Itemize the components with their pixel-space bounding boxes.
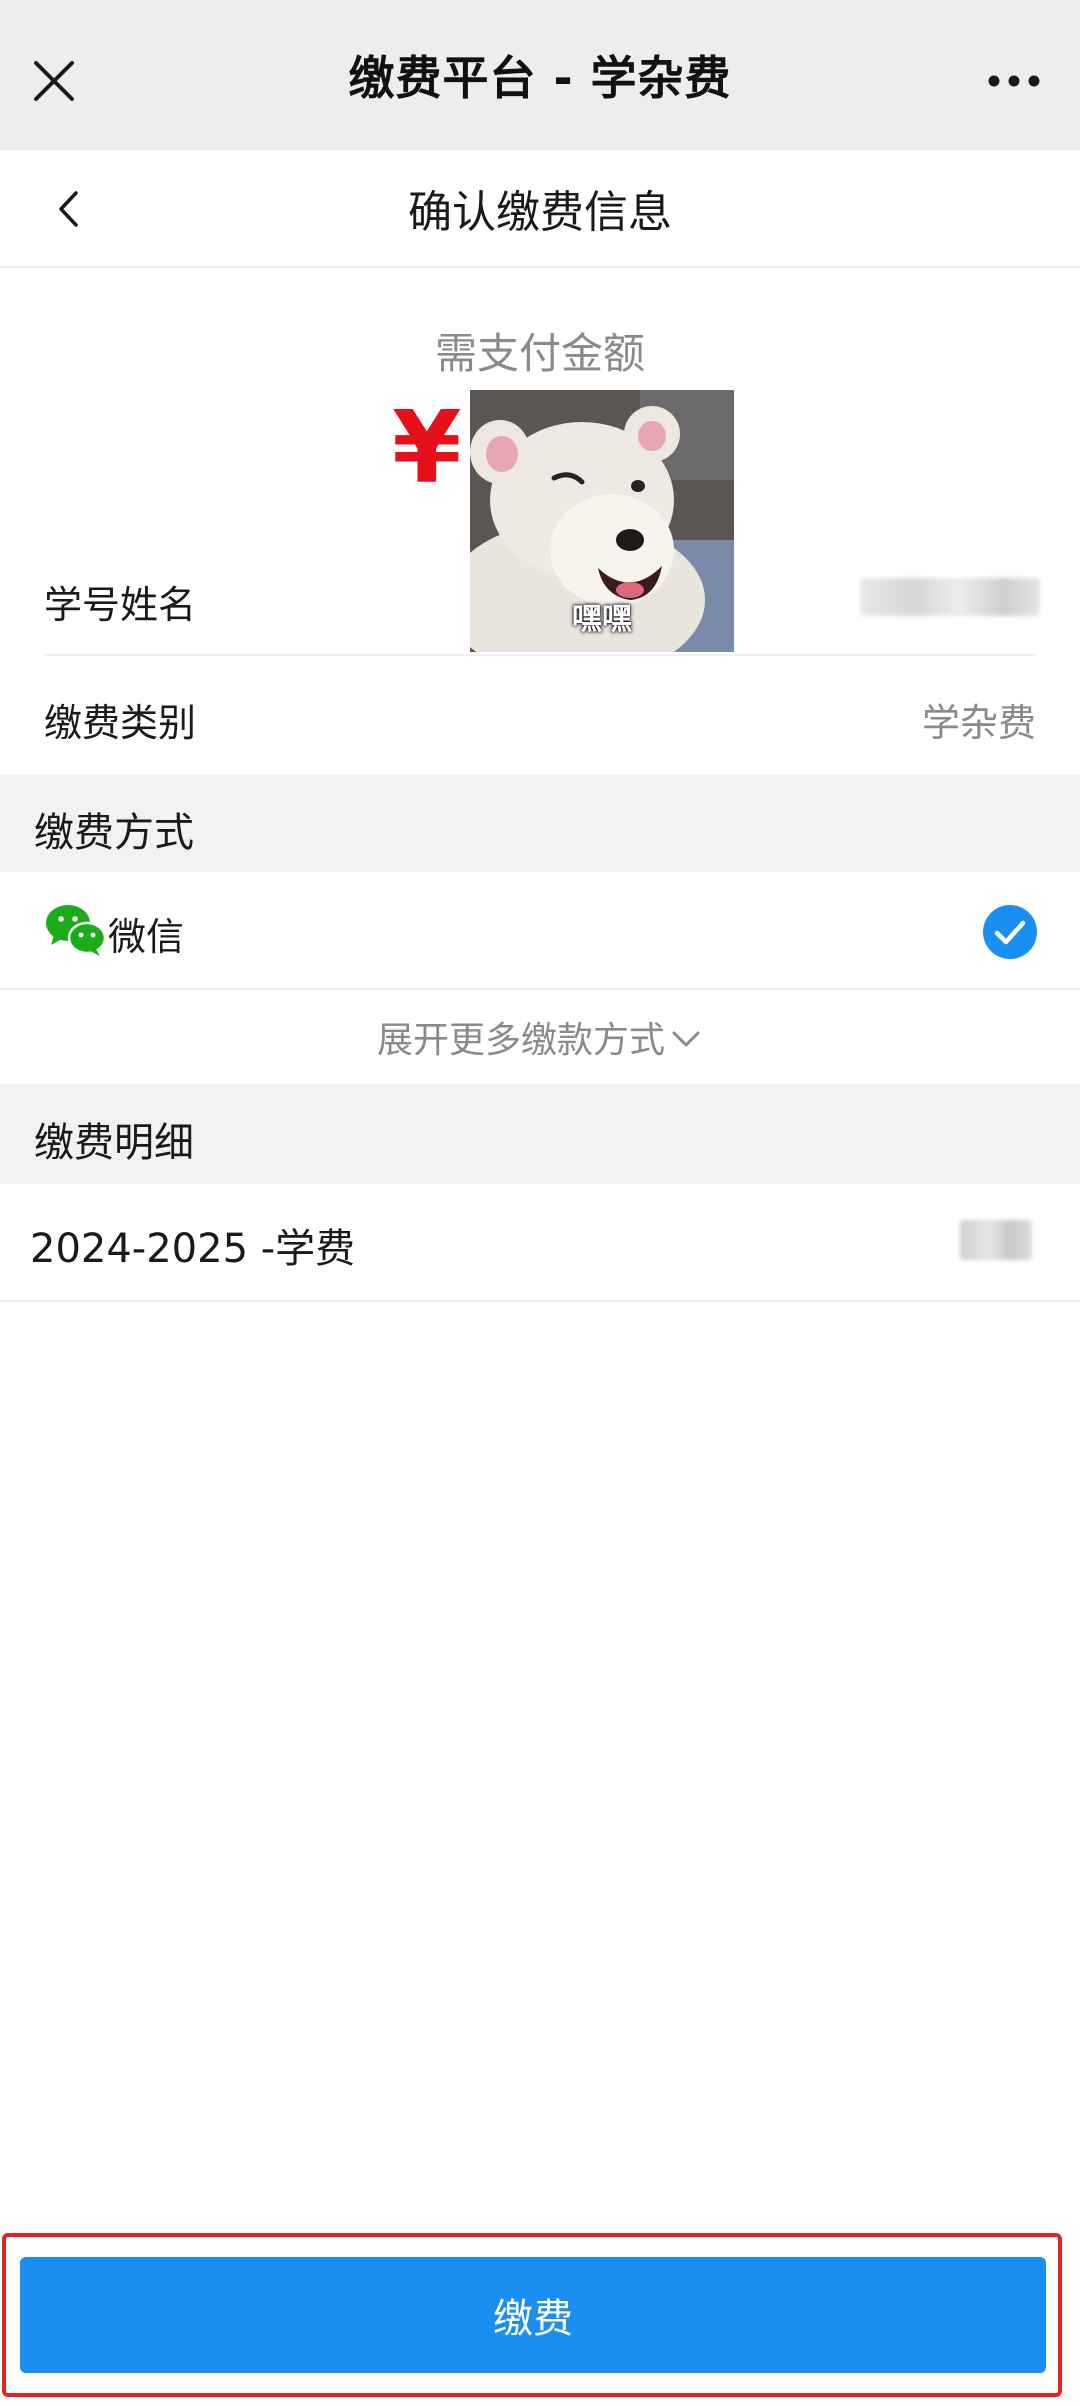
payment-option-label: 微信 (108, 915, 185, 959)
page-header: 确认缴费信息 (0, 150, 1080, 268)
page-title: 确认缴费信息 (408, 187, 672, 238)
close-button[interactable] (18, 45, 90, 117)
meme-caption: 嘿嘿 (572, 602, 632, 637)
app-title: 缴费平台 - 学杂费 (348, 51, 732, 105)
fee-detail-header: 缴费明细 (0, 1084, 1080, 1184)
fee-amount-redacted (960, 1220, 1032, 1260)
category-value: 学杂费 (921, 701, 1036, 745)
back-button[interactable] (34, 174, 104, 244)
chevron-left-icon (59, 191, 78, 227)
amount-label: 需支付金额 (434, 329, 645, 378)
student-label: 学号姓名 (44, 583, 197, 627)
payment-option-wechat[interactable]: 微信 (0, 872, 1080, 990)
payment-confirm-page: 缴费平台 - 学杂费 确认缴费信息 需支付金额 ¥ 学号姓名 缴费类别 学杂费 (0, 0, 1080, 2406)
payment-method-header: 缴费方式 (0, 774, 1080, 872)
fee-detail-title: 缴费明细 (34, 1120, 194, 1166)
chevron-down-icon (672, 1031, 700, 1047)
currency-symbol: ¥ (392, 389, 462, 506)
category-label: 缴费类别 (44, 701, 197, 745)
dog-meme-image: 嘿嘿 (470, 390, 734, 652)
pay-button-highlight: 缴费 (2, 2233, 1062, 2397)
more-button[interactable] (978, 45, 1050, 117)
pay-button[interactable]: 缴费 (20, 2257, 1046, 2373)
check-circle-icon[interactable] (982, 904, 1038, 960)
expand-more-methods[interactable]: 展开更多缴款方式 (0, 990, 1080, 1084)
fee-detail-label: 2024-2025 -学费 (30, 1226, 356, 1272)
fee-detail-row: 2024-2025 -学费 (0, 1184, 1080, 1302)
app-bar: 缴费平台 - 学杂费 (0, 0, 1080, 150)
wechat-icon (46, 905, 106, 956)
close-icon (34, 61, 74, 101)
category-row: 缴费类别 学杂费 (0, 656, 1080, 774)
expand-more-label: 展开更多缴款方式 (376, 1020, 665, 1061)
payment-method-title: 缴费方式 (34, 810, 194, 856)
student-value-redacted (860, 578, 1040, 616)
more-icon (988, 75, 1040, 87)
